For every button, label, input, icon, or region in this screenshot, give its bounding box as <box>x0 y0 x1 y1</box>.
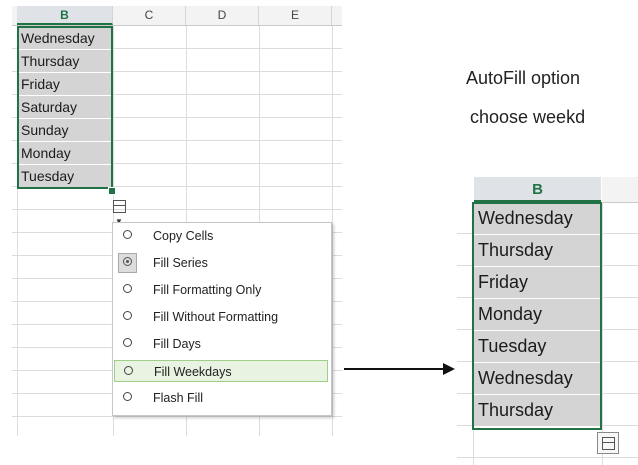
autofill-options-icon <box>113 200 126 214</box>
selection-border <box>472 202 602 430</box>
column-header-e[interactable]: E <box>259 6 332 25</box>
autofill-options-icon <box>602 437 615 450</box>
menu-item-fill-weekdays[interactable]: Fill Weekdays <box>114 360 328 382</box>
column-header-b[interactable]: B <box>17 6 113 25</box>
radio-icon[interactable] <box>123 230 132 239</box>
menu-item-label: Copy Cells <box>153 229 214 243</box>
grid-column-line <box>602 202 603 465</box>
grid-column-line <box>332 26 333 436</box>
grid-row <box>12 417 342 436</box>
radio-icon[interactable] <box>123 284 132 293</box>
right-spreadsheet: B Wednesday Thursday Friday Monday Tuesd… <box>457 177 638 465</box>
menu-item-label: Fill Without Formatting <box>153 310 279 324</box>
menu-item-flash-fill[interactable]: Flash Fill <box>114 387 328 409</box>
menu-item-fill-series[interactable]: Fill Series <box>114 252 328 274</box>
left-spreadsheet: B C D E Wednesday Thursday Friday Saturd… <box>12 6 342 436</box>
column-header-c[interactable]: C <box>113 6 186 25</box>
column-headers: B C D E <box>12 6 342 26</box>
radio-icon[interactable] <box>123 311 132 320</box>
menu-item-label: Fill Days <box>153 337 201 351</box>
column-header-b[interactable]: B <box>474 177 601 202</box>
radio-icon[interactable] <box>124 366 133 375</box>
menu-item-label: Fill Weekdays <box>154 365 232 379</box>
menu-item-fill-without-formatting[interactable]: Fill Without Formatting <box>114 306 328 328</box>
menu-item-label: Fill Series <box>153 256 208 270</box>
selection-border <box>17 26 113 189</box>
autofill-options-button[interactable]: ▼ <box>113 199 133 226</box>
menu-item-copy-cells[interactable]: Copy Cells <box>114 225 328 247</box>
arrow-right-icon <box>344 368 444 370</box>
column-header-next <box>602 177 638 203</box>
grid-row <box>12 187 342 210</box>
fill-handle[interactable] <box>108 187 116 195</box>
column-header-d[interactable]: D <box>186 6 259 25</box>
menu-item-fill-formatting-only[interactable]: Fill Formatting Only <box>114 279 328 301</box>
caption-line-1: AutoFill option <box>466 68 581 88</box>
caption-line-2: choose weekd <box>470 107 586 127</box>
autofill-options-menu: Copy Cells Fill Series Fill Formatting O… <box>112 222 332 416</box>
autofill-options-button[interactable] <box>597 432 619 454</box>
menu-item-label: Fill Formatting Only <box>153 283 262 297</box>
radio-icon[interactable] <box>123 392 132 401</box>
arrow-head <box>443 363 455 375</box>
radio-icon[interactable] <box>123 338 132 347</box>
menu-item-label: Flash Fill <box>153 391 204 405</box>
radio-icon[interactable] <box>123 257 132 266</box>
menu-item-fill-days[interactable]: Fill Days <box>114 333 328 355</box>
